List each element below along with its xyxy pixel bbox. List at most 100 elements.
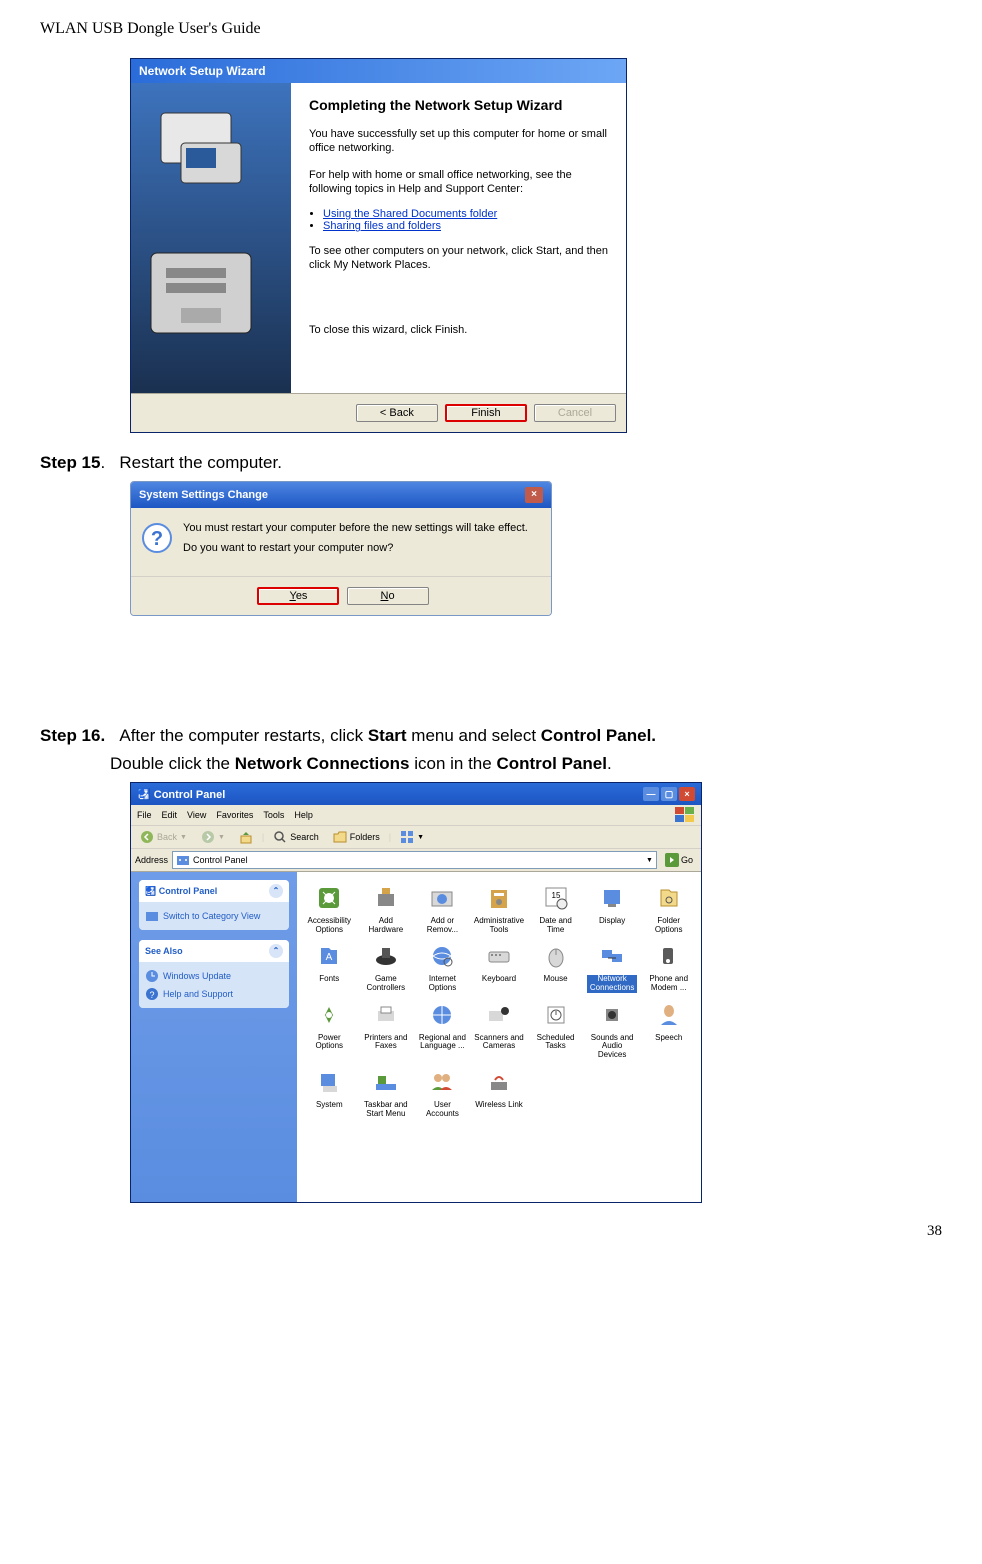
cancel-button: Cancel <box>534 404 616 422</box>
cp-item-game-controllers[interactable]: Game Controllers <box>359 940 414 994</box>
menu-view[interactable]: View <box>187 810 206 820</box>
cp-item-scanners-and-cameras[interactable]: Scanners and Cameras <box>472 999 527 1062</box>
cp-item-display[interactable]: Display <box>585 882 640 936</box>
cp-panel-main: 🛃 Control Panel ⌃ Switch to Category Vie… <box>139 880 289 930</box>
cp-main: Accessibility OptionsAdd HardwareAdd or … <box>297 872 701 1202</box>
svg-text:15: 15 <box>551 891 560 900</box>
cp-icon <box>655 942 683 970</box>
minimize-icon[interactable]: — <box>643 787 659 801</box>
cp-item-folder-options[interactable]: Folder Options <box>641 882 696 936</box>
cp-item-date-and-time[interactable]: 15Date and Time <box>528 882 583 936</box>
wizard-window: Network Setup Wizard <box>130 58 627 433</box>
cp-icon <box>372 1001 400 1029</box>
close-icon[interactable]: × <box>525 487 543 503</box>
address-input[interactable]: Control Panel ▼ <box>172 851 657 869</box>
wizard-link1[interactable]: Using the Shared Documents folder <box>323 208 497 220</box>
step15: Step 15. Restart the computer. <box>40 453 942 473</box>
cp-item-regional-and-language-[interactable]: Regional and Language ... <box>415 999 470 1062</box>
cp-icon <box>315 884 343 912</box>
menu-favorites[interactable]: Favorites <box>216 810 253 820</box>
control-panel-window: 🛃 Control Panel — ▢ × File Edit View Favori… <box>130 782 702 1203</box>
cp-item-administrative-tools[interactable]: Administrative Tools <box>472 882 527 936</box>
windows-update-link[interactable]: Windows Update <box>145 967 283 985</box>
menu-file[interactable]: File <box>137 810 152 820</box>
cp-item-fonts[interactable]: AFonts <box>302 940 357 994</box>
wizard-heading: Completing the Network Setup Wizard <box>309 97 608 113</box>
cp-icon: 15 <box>542 884 570 912</box>
cp-item-network-connections[interactable]: Network Connections <box>585 940 640 994</box>
cp-item-mouse[interactable]: Mouse <box>528 940 583 994</box>
wizard-title: Network Setup Wizard <box>131 59 626 83</box>
cp-item-user-accounts[interactable]: User Accounts <box>415 1066 470 1120</box>
back-button[interactable]: < Back <box>356 404 438 422</box>
back-button: Back ▼ <box>135 828 192 846</box>
cp-panel-seealso: See Also ⌃ Windows Update ? Help and Sup… <box>139 940 289 1008</box>
go-button[interactable]: Go <box>661 852 697 868</box>
yes-button[interactable]: Yes <box>257 587 339 605</box>
cp-item-accessibility-options[interactable]: Accessibility Options <box>302 882 357 936</box>
cp-icon <box>655 884 683 912</box>
no-button[interactable]: No <box>347 587 429 605</box>
cp-toolbar: Back ▼ ▼ | Search Folders | ▼ <box>131 826 701 849</box>
cp-icon <box>485 1001 513 1029</box>
cp-item-power-options[interactable]: Power Options <box>302 999 357 1062</box>
cp-icon <box>542 1001 570 1029</box>
sys-title: System Settings Change × <box>131 482 551 508</box>
wizard-side-image <box>131 83 291 393</box>
system-settings-dialog: System Settings Change × ? You must rest… <box>130 481 552 616</box>
cp-item-phone-and-modem-[interactable]: Phone and Modem ... <box>641 940 696 994</box>
cp-item-speech[interactable]: Speech <box>641 999 696 1062</box>
cp-item-scheduled-tasks[interactable]: Scheduled Tasks <box>528 999 583 1062</box>
chevron-up-icon[interactable]: ⌃ <box>269 884 283 898</box>
wizard-link2[interactable]: Sharing files and folders <box>323 220 441 232</box>
folders-button[interactable]: Folders <box>328 828 385 846</box>
maximize-icon[interactable]: ▢ <box>661 787 677 801</box>
help-support-link[interactable]: ? Help and Support <box>145 985 283 1003</box>
menu-help[interactable]: Help <box>294 810 313 820</box>
cp-icon <box>315 1068 343 1096</box>
wizard-screenshot: Network Setup Wizard <box>130 58 942 433</box>
cp-item-sounds-and-audio-devices[interactable]: Sounds and Audio Devices <box>585 999 640 1062</box>
switch-view-link[interactable]: Switch to Category View <box>145 907 283 925</box>
wizard-p3: To see other computers on your network, … <box>309 244 608 273</box>
cp-icon <box>428 884 456 912</box>
cp-icon <box>655 1001 683 1029</box>
cp-icon <box>372 884 400 912</box>
cp-icon <box>485 1068 513 1096</box>
cp-screenshot: 🛃 Control Panel — ▢ × File Edit View Favori… <box>130 782 942 1203</box>
finish-button[interactable]: Finish <box>445 404 527 422</box>
cp-icon <box>598 884 626 912</box>
cp-icon <box>372 942 400 970</box>
forward-button: ▼ <box>196 828 230 846</box>
cp-title: 🛃 Control Panel — ▢ × <box>131 783 701 805</box>
cp-icon <box>542 942 570 970</box>
search-button[interactable]: Search <box>268 828 324 846</box>
step16-line2: Double click the Network Connections ico… <box>110 754 942 774</box>
cp-item-add-hardware[interactable]: Add Hardware <box>359 882 414 936</box>
question-icon: ? <box>141 522 173 554</box>
views-button[interactable]: ▼ <box>395 828 429 846</box>
cp-item-system[interactable]: System <box>302 1066 357 1120</box>
cp-icon <box>485 884 513 912</box>
sys-screenshot: System Settings Change × ? You must rest… <box>130 481 942 616</box>
chevron-up-icon[interactable]: ⌃ <box>269 944 283 958</box>
cp-item-keyboard[interactable]: Keyboard <box>472 940 527 994</box>
svg-text:?: ? <box>149 990 154 1000</box>
cp-item-printers-and-faxes[interactable]: Printers and Faxes <box>359 999 414 1062</box>
menu-tools[interactable]: Tools <box>263 810 284 820</box>
page-number: 38 <box>40 1223 942 1240</box>
cp-icon <box>428 1001 456 1029</box>
menu-edit[interactable]: Edit <box>162 810 178 820</box>
step16: Step 16. After the computer restarts, cl… <box>40 726 942 746</box>
close-icon[interactable]: × <box>679 787 695 801</box>
up-button[interactable] <box>234 828 258 846</box>
cp-address-bar: Address Control Panel ▼ Go <box>131 849 701 872</box>
cp-item-wireless-link[interactable]: Wireless Link <box>472 1066 527 1120</box>
wizard-p2: For help with home or small office netwo… <box>309 168 608 197</box>
cp-icon <box>485 942 513 970</box>
cp-icon <box>598 1001 626 1029</box>
cp-item-taskbar-and-start-menu[interactable]: Taskbar and Start Menu <box>359 1066 414 1120</box>
cp-item-internet-options[interactable]: Internet Options <box>415 940 470 994</box>
cp-icon <box>372 1068 400 1096</box>
cp-item-add-or-remov-[interactable]: Add or Remov... <box>415 882 470 936</box>
